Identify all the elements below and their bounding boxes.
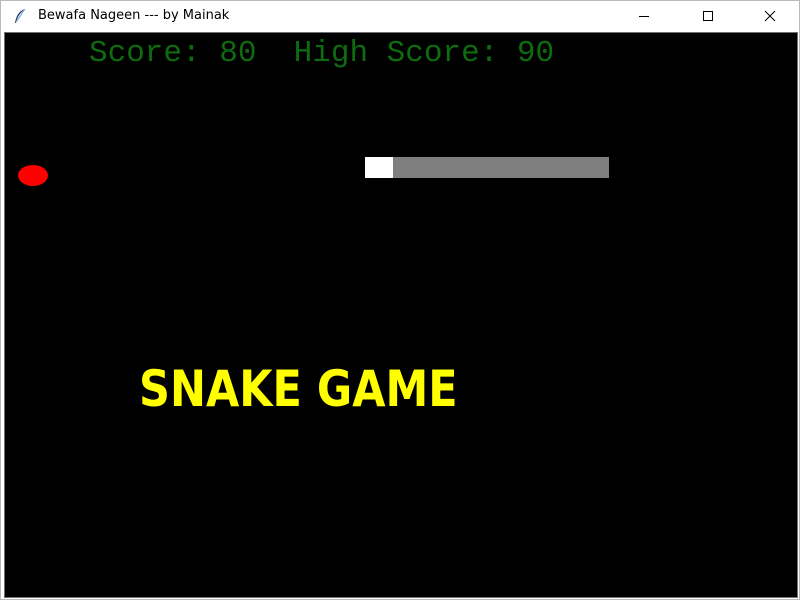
maximize-icon: [702, 7, 714, 26]
high-score-label: High Score:: [293, 36, 499, 71]
title-bar[interactable]: Bewafa Nageen --- by Mainak: [1, 1, 799, 31]
close-button[interactable]: [747, 1, 793, 31]
feather-icon: [13, 8, 27, 24]
score-label: Score:: [89, 36, 201, 71]
game-title: SNAKE GAME: [139, 360, 458, 418]
high-score-value: 90: [516, 36, 555, 71]
app-window: Bewafa Nageen --- by Mainak Score: 80 Hi…: [0, 0, 800, 600]
snake-head: [365, 157, 393, 178]
minimize-icon: [638, 7, 650, 26]
score-value: 80: [219, 36, 257, 71]
score-display: Score: 80 High Score: 90: [89, 36, 554, 72]
food-apple: [18, 165, 48, 186]
game-canvas[interactable]: Score: 80 High Score: 90 SNAKE GAME: [4, 32, 798, 598]
close-icon: [764, 7, 776, 26]
maximize-button[interactable]: [685, 1, 731, 31]
window-title: Bewafa Nageen --- by Mainak: [38, 8, 230, 23]
snake-body: [393, 157, 609, 178]
minimize-button[interactable]: [621, 1, 667, 31]
